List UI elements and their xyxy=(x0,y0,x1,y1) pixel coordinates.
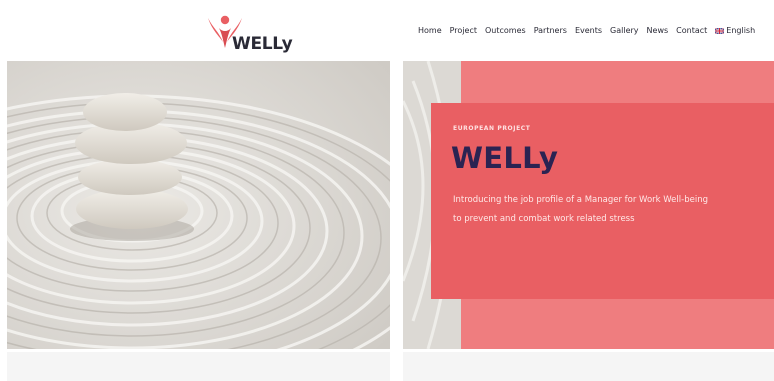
nav-item-partners[interactable]: Partners xyxy=(534,26,567,35)
hero-content-box: EUROPEAN PROJECT WELLy Introducing the j… xyxy=(431,103,774,299)
left-card-footer xyxy=(7,352,390,381)
nav-item-events[interactable]: Events xyxy=(575,26,602,35)
nav-item-news[interactable]: News xyxy=(647,26,669,35)
hero-banner: EUROPEAN PROJECT WELLy Introducing the j… xyxy=(403,61,774,349)
zen-stones-image xyxy=(7,61,390,349)
main-nav: Home Project Outcomes Partners Events Ga… xyxy=(418,26,755,35)
hero-title: WELLy xyxy=(451,141,559,175)
site-logo[interactable]: WELLy xyxy=(205,12,315,56)
hero-description-line-2: to prevent and combat work related stres… xyxy=(453,214,635,224)
nav-item-outcomes[interactable]: Outcomes xyxy=(485,26,526,35)
nav-item-home[interactable]: Home xyxy=(418,26,442,35)
hero-description-line-1: Introducing the job profile of a Manager… xyxy=(453,195,708,205)
nav-item-project[interactable]: Project xyxy=(450,26,477,35)
nav-item-gallery[interactable]: Gallery xyxy=(610,26,639,35)
nav-item-contact[interactable]: Contact xyxy=(676,26,707,35)
language-switcher[interactable]: English xyxy=(715,26,755,35)
right-card-footer xyxy=(403,352,774,381)
zen-stones-illustration xyxy=(7,61,390,349)
language-label: English xyxy=(726,26,756,35)
uk-flag-icon xyxy=(715,27,725,34)
hero-eyebrow: EUROPEAN PROJECT xyxy=(453,125,531,132)
logo-wordmark: WELLy xyxy=(232,34,293,54)
